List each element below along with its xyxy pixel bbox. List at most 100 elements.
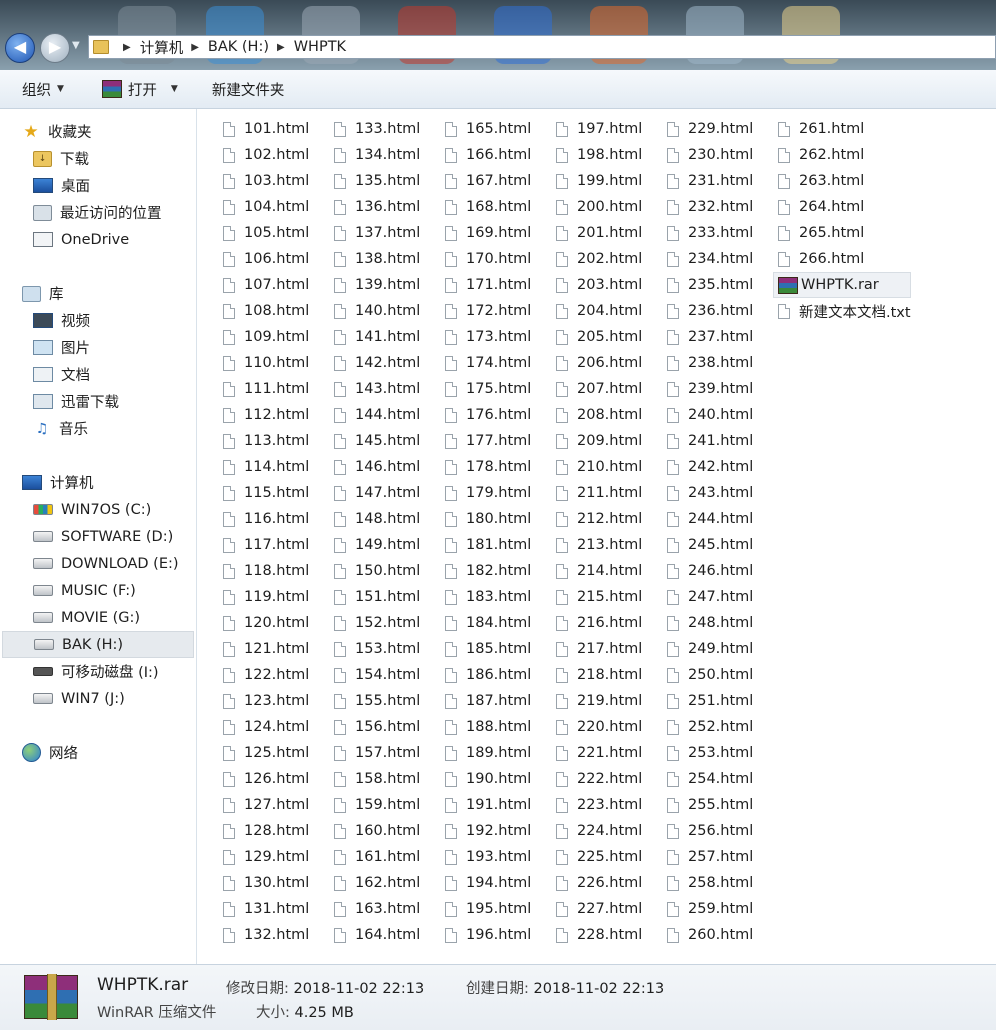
file-item[interactable]: 167.html [445,168,531,194]
file-item[interactable]: 101.html [223,116,309,142]
file-item[interactable]: 158.html [334,766,420,792]
breadcrumb-drive[interactable]: BAK (H:) [208,39,269,55]
file-item[interactable]: 234.html [667,246,753,272]
file-item[interactable]: 240.html [667,402,753,428]
file-item[interactable]: 231.html [667,168,753,194]
sidebar-item-drive-f[interactable]: MUSIC (F:) [33,577,136,604]
file-item[interactable]: 221.html [556,740,642,766]
file-item[interactable]: 176.html [445,402,531,428]
address-bar[interactable]: ▶ 计算机 ▶ BAK (H:) ▶ WHPTK [88,35,996,59]
file-item[interactable]: 265.html [778,220,911,246]
file-item[interactable]: 135.html [334,168,420,194]
file-item[interactable]: 153.html [334,636,420,662]
file-item[interactable]: 200.html [556,194,642,220]
file-item[interactable]: 126.html [223,766,309,792]
sidebar-item-drive-c[interactable]: WIN7OS (C:) [33,496,151,523]
file-item[interactable]: 170.html [445,246,531,272]
sidebar-item-drive-e[interactable]: DOWNLOAD (E:) [33,550,179,577]
file-item[interactable]: 140.html [334,298,420,324]
file-item[interactable]: 184.html [445,610,531,636]
file-item[interactable]: 134.html [334,142,420,168]
file-item[interactable]: 201.html [556,220,642,246]
sidebar-item-drive-h[interactable]: BAK (H:) [2,631,194,658]
file-item[interactable]: 264.html [778,194,911,220]
file-item[interactable]: 208.html [556,402,642,428]
file-item[interactable]: 187.html [445,688,531,714]
file-item[interactable]: 149.html [334,532,420,558]
file-item[interactable]: 194.html [445,870,531,896]
file-item[interactable]: 138.html [334,246,420,272]
file-item[interactable]: 160.html [334,818,420,844]
file-item[interactable]: 193.html [445,844,531,870]
file-item[interactable]: 171.html [445,272,531,298]
file-item[interactable]: 252.html [667,714,753,740]
file-item[interactable]: 226.html [556,870,642,896]
file-item[interactable]: 258.html [667,870,753,896]
sidebar-item-computer[interactable]: 计算机 [22,469,94,496]
file-item[interactable]: 118.html [223,558,309,584]
file-item[interactable]: 185.html [445,636,531,662]
file-item[interactable]: 175.html [445,376,531,402]
file-item[interactable]: 148.html [334,506,420,532]
file-item[interactable]: 228.html [556,922,642,948]
file-item[interactable]: 151.html [334,584,420,610]
file-item[interactable]: 177.html [445,428,531,454]
file-item[interactable]: 155.html [334,688,420,714]
file-item[interactable]: 248.html [667,610,753,636]
file-item[interactable]: 166.html [445,142,531,168]
file-item[interactable]: 237.html [667,324,753,350]
file-item[interactable]: 124.html [223,714,309,740]
file-item[interactable]: 174.html [445,350,531,376]
file-item[interactable]: 254.html [667,766,753,792]
file-item[interactable]: 169.html [445,220,531,246]
file-item[interactable]: 157.html [334,740,420,766]
file-item[interactable]: 137.html [334,220,420,246]
file-item[interactable]: 251.html [667,688,753,714]
file-item[interactable]: 250.html [667,662,753,688]
file-item[interactable]: 111.html [223,376,309,402]
file-item[interactable]: 207.html [556,376,642,402]
sidebar-item-drive-j[interactable]: WIN7 (J:) [33,685,125,712]
file-item[interactable]: 119.html [223,584,309,610]
file-item[interactable]: 203.html [556,272,642,298]
file-item[interactable]: 263.html [778,168,911,194]
file-item[interactable]: 123.html [223,688,309,714]
sidebar-item-libraries[interactable]: 库 [22,280,64,307]
file-item[interactable]: 183.html [445,584,531,610]
file-item[interactable]: 164.html [334,922,420,948]
file-item[interactable]: 132.html [223,922,309,948]
file-item[interactable]: 147.html [334,480,420,506]
file-item[interactable]: 162.html [334,870,420,896]
file-item[interactable]: 122.html [223,662,309,688]
file-item[interactable]: 189.html [445,740,531,766]
file-item[interactable]: 232.html [667,194,753,220]
file-item[interactable]: 236.html [667,298,753,324]
file-item[interactable]: 212.html [556,506,642,532]
chevron-right-icon[interactable]: ▶ [277,42,285,53]
file-item[interactable]: 202.html [556,246,642,272]
file-item[interactable]: 新建文本文档.txt [778,298,911,324]
file-item[interactable]: 204.html [556,298,642,324]
file-item[interactable]: 213.html [556,532,642,558]
file-item[interactable]: 168.html [445,194,531,220]
file-item[interactable]: 246.html [667,558,753,584]
sidebar-item-favorites[interactable]: ★ 收藏夹 [22,118,91,145]
file-item[interactable]: 154.html [334,662,420,688]
file-item[interactable]: 199.html [556,168,642,194]
file-item[interactable]: 128.html [223,818,309,844]
file-item[interactable]: 103.html [223,168,309,194]
file-item[interactable]: 238.html [667,350,753,376]
sidebar-item-network[interactable]: 网络 [22,739,78,766]
sidebar-item-thunder-downloads[interactable]: 迅雷下载 [33,388,119,415]
file-item[interactable]: 125.html [223,740,309,766]
file-item[interactable]: 112.html [223,402,309,428]
sidebar-item-desktop[interactable]: 桌面 [33,172,90,199]
file-item[interactable]: 104.html [223,194,309,220]
file-item[interactable]: 261.html [778,116,911,142]
recent-pages-button[interactable]: ▼ [72,40,80,51]
file-item[interactable]: 108.html [223,298,309,324]
file-item[interactable]: 102.html [223,142,309,168]
file-item[interactable]: 190.html [445,766,531,792]
file-item[interactable]: 218.html [556,662,642,688]
sidebar-item-drive-i[interactable]: 可移动磁盘 (I:) [33,658,159,685]
